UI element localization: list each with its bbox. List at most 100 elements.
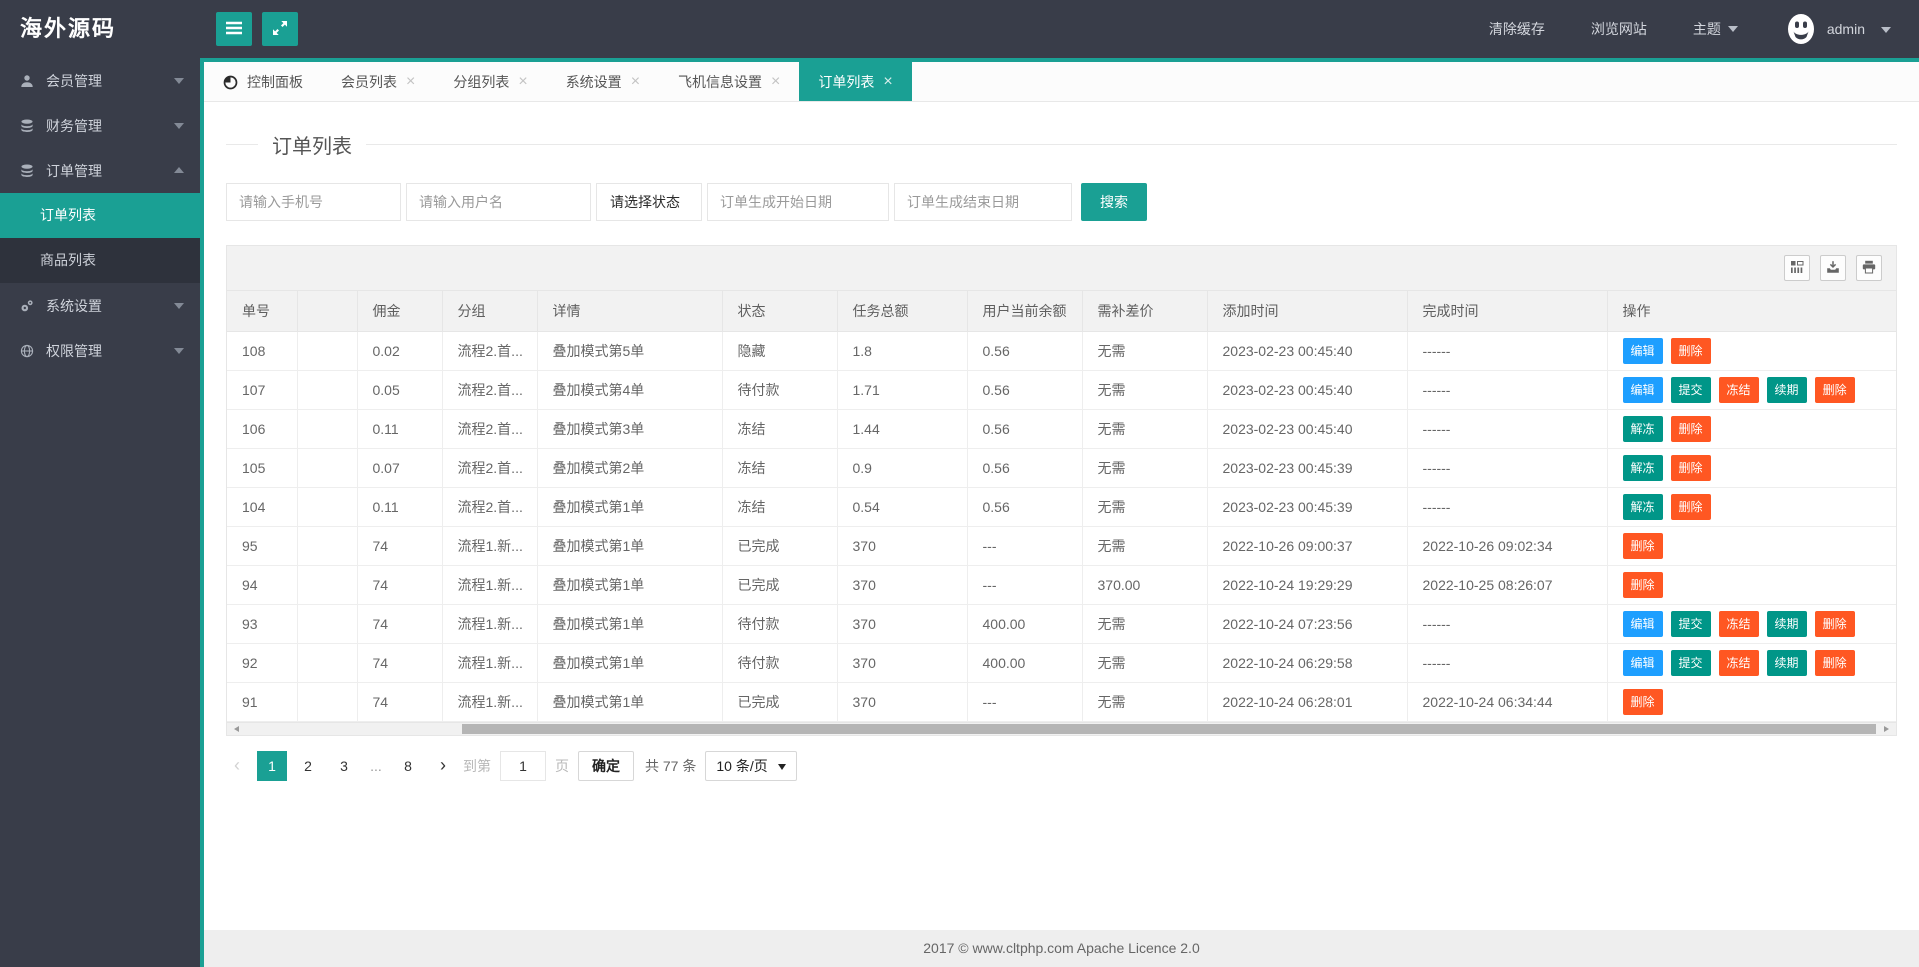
scroll-left-icon[interactable]	[231, 725, 239, 732]
close-icon[interactable]: ×	[771, 73, 780, 90]
delete-button[interactable]: 删除	[1622, 571, 1663, 598]
cell-total: 1.8	[836, 330, 968, 371]
delete-button[interactable]: 删除	[1670, 493, 1711, 520]
sidebar-item-members[interactable]: 会员管理	[0, 58, 200, 103]
edit-button[interactable]: 编辑	[1622, 376, 1663, 403]
close-icon[interactable]: ×	[631, 73, 640, 90]
column-header-status: 状态	[721, 291, 838, 332]
renew-button[interactable]: 续期	[1766, 610, 1807, 637]
sidebar-item-label: 系统设置	[46, 297, 102, 314]
tab-group-list[interactable]: 分组列表 ×	[434, 62, 546, 101]
unfreeze-button[interactable]: 解冻	[1622, 493, 1663, 520]
delete-button[interactable]: 删除	[1670, 337, 1711, 364]
delete-button[interactable]: 删除	[1814, 610, 1855, 637]
horizontal-scrollbar[interactable]	[227, 721, 1896, 735]
topbar-links: 清除缓存 浏览网站	[1489, 19, 1647, 39]
page-button-1[interactable]: 1	[257, 750, 287, 781]
sidebar-subitem-order-list[interactable]: 订单列表	[0, 193, 200, 238]
scroll-right-icon[interactable]	[1884, 725, 1892, 732]
freeze-button[interactable]: 冻结	[1718, 610, 1759, 637]
fullscreen-button[interactable]	[262, 12, 298, 46]
close-icon[interactable]: ×	[883, 73, 892, 90]
clear-cache-link[interactable]: 清除缓存	[1489, 19, 1545, 39]
username-input[interactable]	[406, 183, 591, 221]
scrollbar-thumb[interactable]	[462, 723, 1876, 734]
sidebar-item-orders[interactable]: 订单管理	[0, 148, 200, 193]
edit-button[interactable]: 编辑	[1622, 337, 1663, 364]
order-table: 单号 佣金 分组 详情 状态 任务总额 用户当前余额 需补差价 添加时间 完成时间 操作 108 0.…	[227, 291, 1896, 722]
prev-page-button[interactable]: ‹	[226, 755, 248, 776]
cell-balance: ---	[966, 681, 1083, 722]
jump-page-input[interactable]	[500, 750, 546, 781]
cell-total: 370	[836, 564, 968, 605]
edit-button[interactable]: 编辑	[1622, 649, 1663, 676]
browse-site-link[interactable]: 浏览网站	[1591, 19, 1647, 39]
cell-actions: 解冻 删除	[1606, 447, 1896, 488]
user-menu[interactable]: admin	[1784, 12, 1891, 46]
table-row: 91 74 流程1.新... 叠加模式第1单 已完成 370 --- 无需 2022-10-24…	[227, 681, 1896, 722]
cell-balance: ---	[966, 564, 1083, 605]
page-button-8[interactable]: 8	[393, 751, 423, 781]
sidebar-item-finance[interactable]: 财务管理	[0, 103, 200, 148]
per-page-select[interactable]: 10 条/页	[705, 750, 797, 781]
table-row: 107 0.05 流程2.首... 叠加模式第4单 待付款 1.71 0.56 无需 2023-…	[227, 369, 1896, 410]
renew-button[interactable]: 续期	[1766, 376, 1807, 403]
cell-commission: 0.07	[356, 447, 443, 488]
delete-button[interactable]: 删除	[1622, 688, 1663, 715]
phone-input[interactable]	[226, 183, 401, 221]
search-button[interactable]: 搜索	[1081, 183, 1147, 221]
export-button[interactable]	[1820, 255, 1846, 281]
unfreeze-button[interactable]: 解冻	[1622, 454, 1663, 481]
sidebar-item-permissions[interactable]: 权限管理	[0, 328, 200, 373]
next-page-button[interactable]: ›	[432, 755, 454, 776]
cell-commission: 74	[356, 603, 443, 644]
cell-diff: 无需	[1081, 369, 1208, 410]
chevron-down-icon	[1881, 26, 1891, 38]
cell-blank	[296, 681, 358, 722]
theme-menu[interactable]: 主题	[1693, 19, 1738, 39]
start-date-input[interactable]	[707, 183, 889, 221]
close-icon[interactable]: ×	[518, 73, 527, 90]
cell-detail: 叠加模式第1单	[536, 564, 723, 605]
cell-status: 待付款	[721, 642, 838, 683]
submit-button[interactable]: 提交	[1670, 649, 1711, 676]
column-header-id: 单号	[227, 291, 298, 332]
tab-plane-info[interactable]: 飞机信息设置 ×	[659, 62, 799, 101]
delete-button[interactable]: 删除	[1670, 454, 1711, 481]
submit-button[interactable]: 提交	[1670, 376, 1711, 403]
status-select[interactable]: 请选择状态	[596, 183, 702, 221]
print-button[interactable]	[1856, 255, 1882, 281]
end-date-input[interactable]	[894, 183, 1072, 221]
tab-system-settings[interactable]: 系统设置 ×	[547, 62, 659, 101]
cell-added: 2023-02-23 00:45:40	[1206, 330, 1408, 371]
freeze-button[interactable]: 冻结	[1718, 376, 1759, 403]
tab-dashboard[interactable]: 控制面板	[204, 62, 322, 101]
sidebar-subitem-product-list[interactable]: 商品列表	[0, 238, 200, 283]
freeze-button[interactable]: 冻结	[1718, 649, 1759, 676]
column-header-commission: 佣金	[356, 291, 443, 332]
delete-button[interactable]: 删除	[1814, 376, 1855, 403]
table-row: 95 74 流程1.新... 叠加模式第1单 已完成 370 --- 无需 2022-10-26…	[227, 525, 1896, 566]
cell-actions: 编辑 提交 冻结 续期 删除	[1606, 603, 1896, 644]
menu-toggle-button[interactable]	[216, 12, 252, 46]
cell-completed: 2022-10-24 06:34:44	[1406, 681, 1608, 722]
sidebar-item-system[interactable]: 系统设置	[0, 283, 200, 328]
cell-blank	[296, 642, 358, 683]
tab-member-list[interactable]: 会员列表 ×	[322, 62, 434, 101]
confirm-button[interactable]: 确定	[578, 750, 634, 781]
unfreeze-button[interactable]: 解冻	[1622, 415, 1663, 442]
close-icon[interactable]: ×	[406, 73, 415, 90]
delete-button[interactable]: 删除	[1814, 649, 1855, 676]
page-button-2[interactable]: 2	[293, 751, 323, 781]
renew-button[interactable]: 续期	[1766, 649, 1807, 676]
delete-button[interactable]: 删除	[1670, 415, 1711, 442]
submit-button[interactable]: 提交	[1670, 610, 1711, 637]
cell-blank	[296, 486, 358, 527]
filter-columns-button[interactable]	[1784, 255, 1810, 281]
legend-line	[366, 144, 1897, 145]
edit-button[interactable]: 编辑	[1622, 610, 1663, 637]
page-button-3[interactable]: 3	[329, 751, 359, 781]
tab-order-list[interactable]: 订单列表 ×	[799, 62, 912, 101]
cell-status: 冻结	[721, 408, 838, 449]
delete-button[interactable]: 删除	[1622, 532, 1663, 559]
